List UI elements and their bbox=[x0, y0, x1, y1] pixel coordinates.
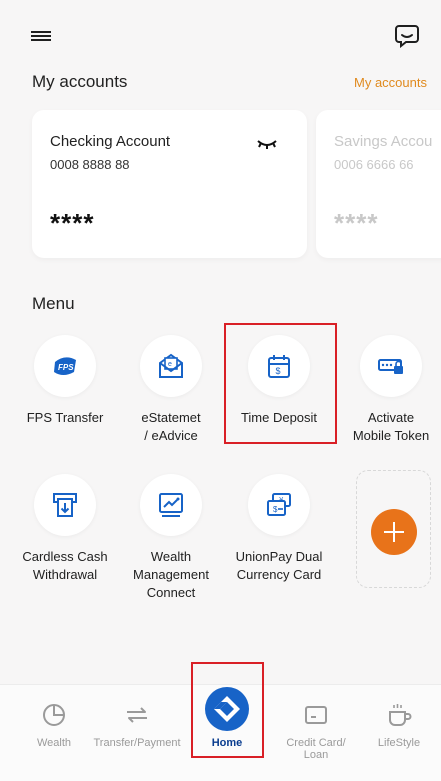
nav-label: LifeStyle bbox=[377, 737, 421, 749]
svg-text:$: $ bbox=[276, 366, 281, 376]
chat-bubble-icon[interactable] bbox=[394, 24, 420, 48]
menu-item-cardless-cash[interactable]: Cardless Cash Withdrawal bbox=[10, 474, 120, 584]
top-bar bbox=[0, 0, 441, 66]
mobile-token-icon bbox=[378, 359, 403, 374]
unionpay-card-icon: ¥ $ bbox=[267, 493, 291, 516]
wealth-connect-icon bbox=[159, 493, 183, 517]
bottom-nav: Wealth Transfer/Payment Home Credit Card… bbox=[0, 684, 441, 781]
eye-closed-icon[interactable] bbox=[257, 138, 277, 150]
nav-label: Credit Card/ Loan bbox=[286, 737, 346, 761]
fps-icon: FPS bbox=[54, 357, 76, 375]
savings-account-card[interactable]: Savings Accou 0006 6666 66 **** bbox=[316, 110, 441, 258]
menu-item-estatement[interactable]: e eStatemet / eAdvice bbox=[116, 335, 226, 445]
menu-item-activate-mobile-token[interactable]: Activate Mobile Token bbox=[336, 335, 441, 445]
coffee-cup-icon bbox=[389, 704, 412, 726]
menu-item-label: Activate Mobile Token bbox=[352, 410, 430, 443]
account-number: 0008 8888 88 bbox=[50, 157, 130, 172]
accounts-title: My accounts bbox=[32, 72, 128, 91]
svg-text:$: $ bbox=[273, 505, 278, 514]
menu-item-wealth-management-connect[interactable]: Wealth Management Connect bbox=[116, 474, 226, 602]
nav-item-wealth[interactable]: Wealth bbox=[22, 685, 86, 781]
svg-text:e: e bbox=[168, 361, 172, 368]
menu-item-label: Wealth Management Connect bbox=[133, 549, 209, 600]
menu-item-label: Time Deposit bbox=[240, 410, 318, 425]
nav-label: Wealth bbox=[36, 737, 72, 749]
account-number: 0006 6666 66 bbox=[334, 157, 414, 172]
checking-account-card[interactable]: Checking Account 0008 8888 88 **** bbox=[32, 110, 307, 258]
account-balance-masked: **** bbox=[334, 208, 379, 238]
transfer-arrows-icon bbox=[127, 707, 147, 723]
nav-item-home[interactable]: Home bbox=[192, 685, 262, 781]
svg-text:FPS: FPS bbox=[58, 363, 74, 372]
nav-item-transfer-payment[interactable]: Transfer/Payment bbox=[86, 685, 188, 781]
account-balance-masked: **** bbox=[50, 208, 95, 238]
time-deposit-icon: $ bbox=[268, 355, 290, 378]
estatement-icon: e bbox=[159, 353, 183, 378]
home-logo-icon bbox=[205, 687, 249, 731]
menu-item-unionpay-dual-currency[interactable]: ¥ $ UnionPay Dual Currency Card bbox=[224, 474, 334, 584]
account-name: Savings Accou bbox=[334, 133, 433, 150]
menu-item-label: FPS Transfer bbox=[26, 410, 104, 425]
my-accounts-link[interactable]: My accounts bbox=[354, 75, 427, 90]
menu-item-label: Cardless Cash Withdrawal bbox=[22, 549, 108, 582]
menu-title: Menu bbox=[32, 294, 75, 313]
nav-item-credit-card-loan[interactable]: Credit Card/ Loan bbox=[276, 685, 356, 781]
hamburger-icon[interactable] bbox=[31, 31, 51, 41]
cardless-cash-icon bbox=[53, 493, 77, 517]
add-menu-slot bbox=[356, 470, 431, 588]
menu-item-label: eStatemet / eAdvice bbox=[141, 410, 201, 443]
nav-label: Transfer/Payment bbox=[93, 737, 181, 749]
account-name: Checking Account bbox=[50, 133, 171, 150]
nav-item-lifestyle[interactable]: LifeStyle bbox=[366, 685, 432, 781]
menu-item-time-deposit[interactable]: $ Time Deposit bbox=[224, 335, 334, 427]
nav-label: Home bbox=[211, 737, 243, 749]
menu-item-label: UnionPay Dual Currency Card bbox=[235, 549, 323, 582]
add-menu-button[interactable] bbox=[371, 509, 417, 555]
pie-chart-icon bbox=[43, 704, 65, 726]
menu-item-fps-transfer[interactable]: FPS FPS Transfer bbox=[10, 335, 120, 427]
credit-card-icon bbox=[305, 706, 327, 724]
accounts-header: My accounts My accounts bbox=[32, 72, 427, 94]
svg-text:¥: ¥ bbox=[279, 496, 284, 504]
